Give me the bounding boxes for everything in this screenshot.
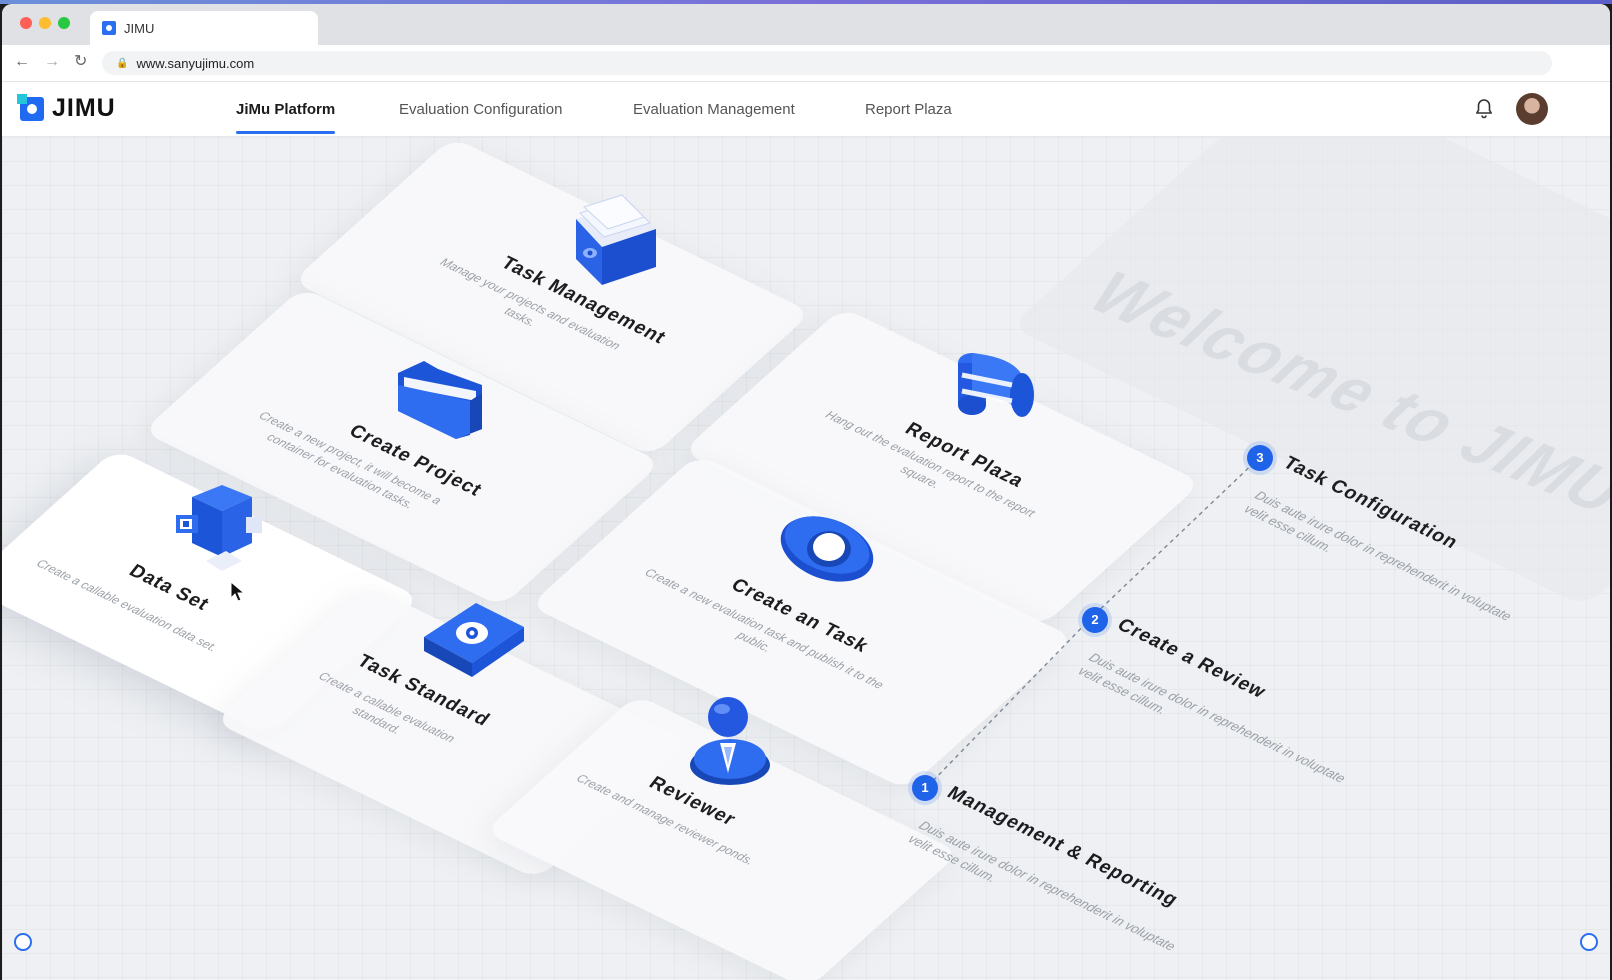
browser-tab[interactable]: JIMU xyxy=(90,11,318,45)
step-2-badge: 2 xyxy=(1082,607,1108,633)
maximize-window-button[interactable] xyxy=(58,17,70,29)
nav-jimu-platform[interactable]: JiMu Platform xyxy=(236,101,336,134)
bell-icon[interactable] xyxy=(1472,97,1496,121)
url-field[interactable]: 🔒 www.sanyujimu.com xyxy=(102,51,1552,75)
app-header: JIMU JiMu Platform Evaluation Configurat… xyxy=(2,82,1610,137)
forward-arrow-icon[interactable]: → xyxy=(44,52,60,72)
nav-report-plaza[interactable]: Report Plaza xyxy=(865,101,952,118)
step-1-badge: 1 xyxy=(912,775,938,801)
user-avatar[interactable] xyxy=(1516,93,1548,125)
url-text: www.sanyujimu.com xyxy=(136,55,255,71)
corner-handle-left xyxy=(14,933,32,951)
step-3-badge: 3 xyxy=(1247,445,1273,471)
nav-evaluation-configuration[interactable]: Evaluation Configuration xyxy=(399,101,562,118)
welcome-scene: Welcome to JIMU Task Management Manage y… xyxy=(2,137,1610,980)
browser-window: JIMU ← → ↻ 🔒 www.sanyujimu.com JIMU JiMu… xyxy=(2,4,1610,980)
close-window-button[interactable] xyxy=(20,17,32,29)
mouse-cursor-icon xyxy=(230,580,246,602)
minimize-window-button[interactable] xyxy=(39,17,51,29)
reload-icon[interactable]: ↻ xyxy=(74,52,87,72)
corner-handle-right xyxy=(1580,933,1598,951)
tab-strip: JIMU xyxy=(2,4,1610,45)
nav-evaluation-management[interactable]: Evaluation Management xyxy=(633,101,795,118)
favicon-icon xyxy=(102,21,116,35)
tab-title: JIMU xyxy=(124,20,155,36)
lock-icon: 🔒 xyxy=(116,57,129,69)
logo-mark-icon xyxy=(17,93,44,121)
back-arrow-icon[interactable]: ← xyxy=(14,52,30,72)
address-bar-row: ← → ↻ 🔒 www.sanyujimu.com xyxy=(2,45,1610,82)
logo-text: JIMU xyxy=(52,94,116,122)
jimu-logo[interactable]: JIMU xyxy=(17,93,116,123)
